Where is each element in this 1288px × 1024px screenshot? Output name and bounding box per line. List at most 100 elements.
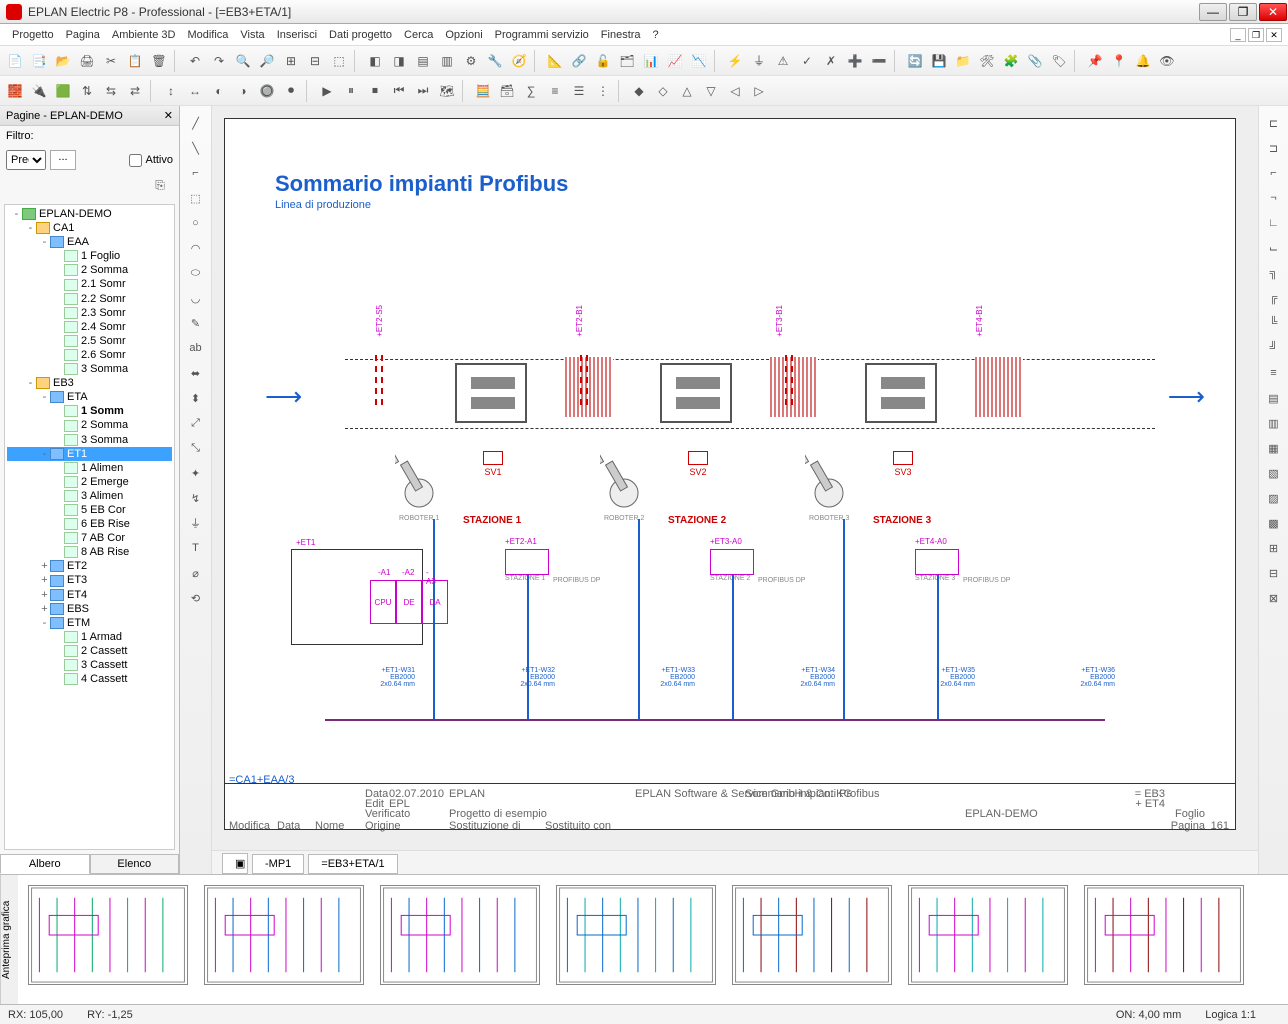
toolbar-button[interactable]: 🧭: [508, 50, 530, 72]
toolbar-button[interactable]: ◆: [628, 80, 650, 102]
preview-thumb[interactable]: [908, 885, 1068, 985]
snap-tool-button[interactable]: ╚: [1263, 312, 1285, 334]
toolbar-button[interactable]: ▤: [412, 50, 434, 72]
snap-tool-button[interactable]: ▥: [1263, 412, 1285, 434]
toolbar-button[interactable]: ⏸: [340, 80, 362, 102]
tree-node[interactable]: 1 Somm: [7, 404, 172, 418]
tree-node[interactable]: 4 Cassett: [7, 672, 172, 686]
toolbar-button[interactable]: 🔧: [484, 50, 506, 72]
toolbar-button[interactable]: ✂: [100, 50, 122, 72]
menu-progetto[interactable]: Progetto: [6, 26, 60, 44]
toolbar-button[interactable]: ⏭: [412, 80, 434, 102]
menu-modifica[interactable]: Modifica: [181, 26, 234, 44]
toolbar-button[interactable]: 🏷: [1048, 50, 1070, 72]
toolbar-button[interactable]: 🗺: [436, 80, 458, 102]
toolbar-button[interactable]: ∑: [520, 80, 542, 102]
toolbar-button[interactable]: ↶: [184, 50, 206, 72]
toolbar-button[interactable]: 📁: [952, 50, 974, 72]
toolbar-button[interactable]: ⏚: [748, 50, 770, 72]
tree-node[interactable]: 7 AB Cor: [7, 531, 172, 545]
doc-tab-mp1[interactable]: -MP1: [252, 854, 304, 874]
draw-tool-button[interactable]: ⬍: [185, 387, 207, 409]
tree-node[interactable]: -ETA: [7, 390, 172, 404]
tree-node[interactable]: 2 Somma: [7, 263, 172, 277]
toolbar-button[interactable]: 🗃: [496, 80, 518, 102]
snap-tool-button[interactable]: ⌙: [1263, 237, 1285, 259]
toolbar-button[interactable]: ⊞: [280, 50, 302, 72]
preview-thumb[interactable]: [732, 885, 892, 985]
snap-tool-button[interactable]: ⊠: [1263, 587, 1285, 609]
snap-tool-button[interactable]: ⌐: [1263, 162, 1285, 184]
filter-active-checkbox[interactable]: Attivo: [129, 154, 173, 167]
tree-node[interactable]: 2.2 Somr: [7, 292, 172, 306]
snap-tool-button[interactable]: ⊏: [1263, 112, 1285, 134]
menu-programmi[interactable]: Programmi servizio: [489, 26, 595, 44]
toolbar-button[interactable]: 🧩: [1000, 50, 1022, 72]
snap-tool-button[interactable]: ▩: [1263, 512, 1285, 534]
toolbar-button[interactable]: 📍: [1108, 50, 1130, 72]
toolbar-button[interactable]: 🔌: [28, 80, 50, 102]
toolbar-button[interactable]: ⚡: [724, 50, 746, 72]
tree-node[interactable]: -EAA: [7, 235, 172, 249]
toolbar-button[interactable]: ◐: [208, 80, 230, 102]
toolbar-button[interactable]: 👁: [1156, 50, 1178, 72]
snap-tool-button[interactable]: ▧: [1263, 462, 1285, 484]
toolbar-button[interactable]: 🔗: [568, 50, 590, 72]
preview-thumb[interactable]: [556, 885, 716, 985]
draw-tool-button[interactable]: T: [185, 537, 207, 559]
toolbar-button[interactable]: 📄: [4, 50, 26, 72]
toolbar-button[interactable]: 🧱: [4, 80, 26, 102]
tree-node[interactable]: +ET2: [7, 559, 172, 573]
draw-tool-button[interactable]: ⏚: [185, 512, 207, 534]
mdi-restore-button[interactable]: ❐: [1248, 28, 1264, 42]
toolbar-button[interactable]: ⊟: [304, 50, 326, 72]
toolbar-button[interactable]: ▥: [436, 50, 458, 72]
toolbar-button[interactable]: ↔: [184, 80, 206, 102]
menu-datiprogetto[interactable]: Dati progetto: [323, 26, 398, 44]
menu-vista[interactable]: Vista: [234, 26, 270, 44]
draw-tool-button[interactable]: ⬭: [185, 262, 207, 284]
tree-node[interactable]: 2 Somma: [7, 418, 172, 432]
tree-node[interactable]: -ETM: [7, 616, 172, 630]
snap-tool-button[interactable]: ⊐: [1263, 137, 1285, 159]
toolbar-button[interactable]: ◧: [364, 50, 386, 72]
toolbar-button[interactable]: ⇅: [76, 80, 98, 102]
toolbar-button[interactable]: 🔄: [904, 50, 926, 72]
tree-node[interactable]: +ET4: [7, 588, 172, 602]
toolbar-button[interactable]: 🔘: [256, 80, 278, 102]
toolbar-button[interactable]: 📉: [688, 50, 710, 72]
navigator-close-button[interactable]: ✕: [164, 109, 173, 122]
draw-tool-button[interactable]: ╲: [185, 137, 207, 159]
toolbar-button[interactable]: 📎: [1024, 50, 1046, 72]
snap-tool-button[interactable]: ╗: [1263, 262, 1285, 284]
toolbar-button[interactable]: ⏮: [388, 80, 410, 102]
tree-node[interactable]: 1 Armad: [7, 630, 172, 644]
draw-tool-button[interactable]: ╱: [185, 112, 207, 134]
toolbar-button[interactable]: ✓: [796, 50, 818, 72]
draw-tool-button[interactable]: ⟲: [185, 587, 207, 609]
tree-node[interactable]: -EB3: [7, 376, 172, 390]
canvas-viewport[interactable]: Sommario impianti Profibus Linea di prod…: [212, 106, 1258, 850]
close-button[interactable]: ✕: [1259, 3, 1287, 21]
snap-tool-button[interactable]: ▨: [1263, 487, 1285, 509]
tree-root[interactable]: -EPLAN-DEMO: [7, 207, 172, 221]
toolbar-button[interactable]: 🔎: [256, 50, 278, 72]
tab-elenco[interactable]: Elenco: [90, 854, 180, 874]
tree-node[interactable]: 1 Foglio: [7, 249, 172, 263]
draw-tool-button[interactable]: ○: [185, 212, 207, 234]
toolbar-button[interactable]: 🟩: [52, 80, 74, 102]
toolbar-button[interactable]: 🖨: [76, 50, 98, 72]
draw-tool-button[interactable]: ✦: [185, 462, 207, 484]
menu-pagina[interactable]: Pagina: [60, 26, 106, 44]
draw-tool-button[interactable]: ab: [185, 337, 207, 359]
toolbar-button[interactable]: 📐: [544, 50, 566, 72]
toolbar-button[interactable]: 📂: [52, 50, 74, 72]
toolbar-button[interactable]: ⇆: [100, 80, 122, 102]
tree-node[interactable]: -ET1: [7, 447, 172, 461]
draw-tool-button[interactable]: ◡: [185, 287, 207, 309]
draw-tool-button[interactable]: ✎: [185, 312, 207, 334]
toolbar-button[interactable]: ✗: [820, 50, 842, 72]
snap-tool-button[interactable]: ⊞: [1263, 537, 1285, 559]
toolbar-button[interactable]: 📊: [640, 50, 662, 72]
toolbar-button[interactable]: ⏹: [364, 80, 386, 102]
